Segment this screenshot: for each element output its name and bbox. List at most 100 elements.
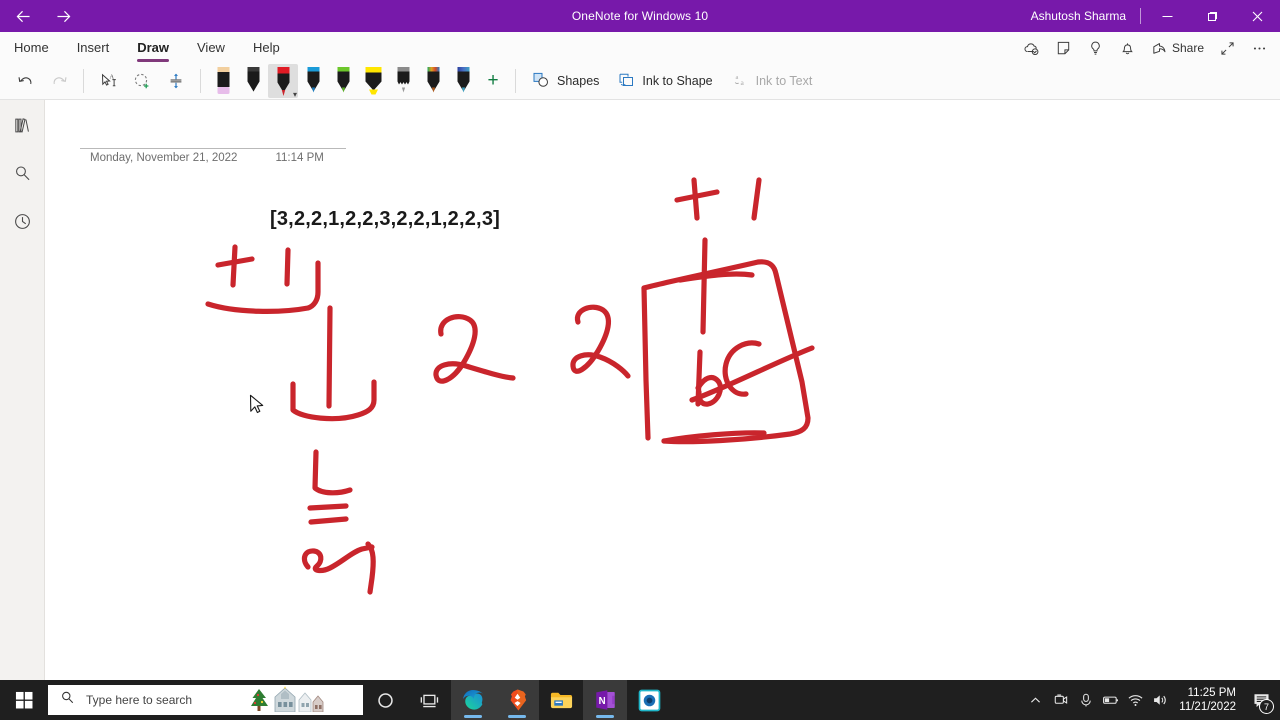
l-shape-lower-left <box>312 449 353 496</box>
redo-button[interactable] <box>42 65 76 97</box>
onenote-icon[interactable]: N <box>583 680 627 720</box>
share-button[interactable]: Share <box>1145 34 1210 62</box>
pen-red[interactable]: ▾ <box>268 64 298 99</box>
nav-buttons <box>0 3 76 29</box>
left-rail <box>0 100 45 680</box>
share-label: Share <box>1171 41 1204 55</box>
search-icon[interactable] <box>6 157 38 189</box>
undo-button[interactable] <box>8 65 42 97</box>
chevron-down-icon[interactable]: ▾ <box>293 91 297 99</box>
digit-two-right <box>570 304 631 379</box>
tab-help[interactable]: Help <box>239 32 294 62</box>
brave-icon[interactable] <box>495 680 539 720</box>
stem-line-left <box>326 305 333 409</box>
tab-home-label: Home <box>14 39 49 55</box>
shapes-button[interactable]: Shapes <box>523 66 608 96</box>
battery-tray-icon[interactable] <box>1098 680 1123 720</box>
notifications-button[interactable]: 7 <box>1244 680 1278 720</box>
lasso-select-icon[interactable] <box>125 65 159 97</box>
pen-eraser[interactable] <box>208 64 238 98</box>
draw-toolbar: A ▾ + Shapes Ink to Shape a a Ink to Tex… <box>0 62 1280 100</box>
ink-layer <box>205 177 815 595</box>
camera-app-icon[interactable] <box>627 680 671 720</box>
pen-rainbow[interactable] <box>418 64 448 98</box>
show-hidden-icons[interactable] <box>1023 680 1048 720</box>
forward-arrow-icon[interactable] <box>50 3 76 29</box>
search-icon <box>60 690 75 710</box>
start-button[interactable] <box>0 680 48 720</box>
pen-blue[interactable] <box>298 64 328 98</box>
pen-galaxy[interactable] <box>448 64 478 98</box>
clock-time: 11:25 PM <box>1187 687 1236 699</box>
toolbar-divider-3 <box>515 69 516 93</box>
system-tray: 11:25 PM 11/21/2022 7 <box>1023 680 1280 720</box>
task-view-icon[interactable] <box>407 680 451 720</box>
tab-insert[interactable]: Insert <box>63 32 124 62</box>
insert-space-icon[interactable] <box>159 65 193 97</box>
wifi-tray-icon[interactable] <box>1123 680 1148 720</box>
notebooks-icon[interactable] <box>6 109 38 141</box>
close-button[interactable] <box>1235 0 1280 32</box>
fullscreen-expand-icon[interactable] <box>1212 34 1242 62</box>
onenote-active-underline <box>596 715 614 718</box>
pencil-gray[interactable] <box>388 64 418 98</box>
clock-date: 11/21/2022 <box>1179 701 1236 713</box>
highlighter-yellow[interactable] <box>358 64 388 98</box>
recent-notes-icon[interactable] <box>6 205 38 237</box>
ink-to-text-icon: aa <box>731 71 749 92</box>
cortana-icon[interactable] <box>363 680 407 720</box>
bracket-shape-left <box>205 260 321 314</box>
edge-icon[interactable] <box>451 680 495 720</box>
camera-tray-icon[interactable] <box>1048 680 1073 720</box>
array-text-note[interactable]: [3,2,2,1,2,2,3,2,2,1,2,2,3] <box>270 208 500 231</box>
title-bar: OneNote for Windows 10 Ashutosh Sharma <box>0 0 1280 32</box>
sticky-note-icon[interactable] <box>1049 34 1079 62</box>
tab-home[interactable]: Home <box>0 32 63 62</box>
pen-green[interactable] <box>328 64 358 98</box>
one-c-inside-box <box>695 237 762 407</box>
taskbar-clock[interactable]: 11:25 PM 11/21/2022 <box>1173 680 1244 720</box>
tab-view-label: View <box>197 39 225 55</box>
tab-insert-label: Insert <box>76 39 110 55</box>
add-pen-button[interactable]: + <box>478 65 508 97</box>
bell-notifications-icon[interactable] <box>1113 34 1143 62</box>
edge-active-underline <box>464 715 482 718</box>
ink-to-text-label: Ink to Text <box>755 74 813 88</box>
tab-help-label: Help <box>252 39 280 55</box>
scribble-lower-left <box>301 541 376 595</box>
toolbar-divider-1 <box>83 69 84 93</box>
lasso-select-text-icon[interactable]: A <box>91 65 125 97</box>
page-time[interactable]: 11:14 PM <box>275 152 323 164</box>
ink-to-shape-label: Ink to Shape <box>642 74 713 88</box>
page-date[interactable]: Monday, November 21, 2022 <box>90 152 237 164</box>
account-name[interactable]: Ashutosh Sharma <box>1031 9 1140 23</box>
digit-two-middle <box>433 314 516 384</box>
mouse-cursor <box>249 394 267 423</box>
minimize-button[interactable] <box>1145 0 1190 32</box>
page-title-divider <box>80 148 346 149</box>
sync-cloud-icon[interactable] <box>1017 34 1047 62</box>
equals-sign <box>307 503 349 525</box>
note-canvas[interactable]: Monday, November 21, 2022 11:14 PM [3,2,… <box>46 100 1280 680</box>
shapes-icon <box>532 71 550 92</box>
lower-bracket-left <box>290 379 377 422</box>
toolbar-divider-2 <box>200 69 201 93</box>
tab-view[interactable]: View <box>183 32 239 62</box>
ribbon-tabs: Home Insert Draw View Help <box>0 32 294 62</box>
volume-tray-icon[interactable] <box>1148 680 1173 720</box>
notification-count-badge: 7 <box>1259 699 1274 714</box>
ink-to-text-button[interactable]: aa Ink to Text <box>722 66 822 96</box>
shapes-label: Shapes <box>557 74 600 88</box>
microphone-tray-icon[interactable] <box>1073 680 1098 720</box>
ink-to-shape-button[interactable]: Ink to Shape <box>608 66 721 96</box>
tab-draw-label: Draw <box>137 39 169 55</box>
file-explorer-icon[interactable] <box>539 680 583 720</box>
maximize-button[interactable] <box>1190 0 1235 32</box>
tab-draw[interactable]: Draw <box>123 32 183 62</box>
back-arrow-icon[interactable] <box>10 3 36 29</box>
taskbar-search-box[interactable]: Type here to search <box>48 685 363 715</box>
lightbulb-tellme-icon[interactable] <box>1081 34 1111 62</box>
digit-one-right <box>751 177 762 221</box>
more-options-icon[interactable] <box>1244 34 1274 62</box>
pen-black[interactable] <box>238 64 268 98</box>
